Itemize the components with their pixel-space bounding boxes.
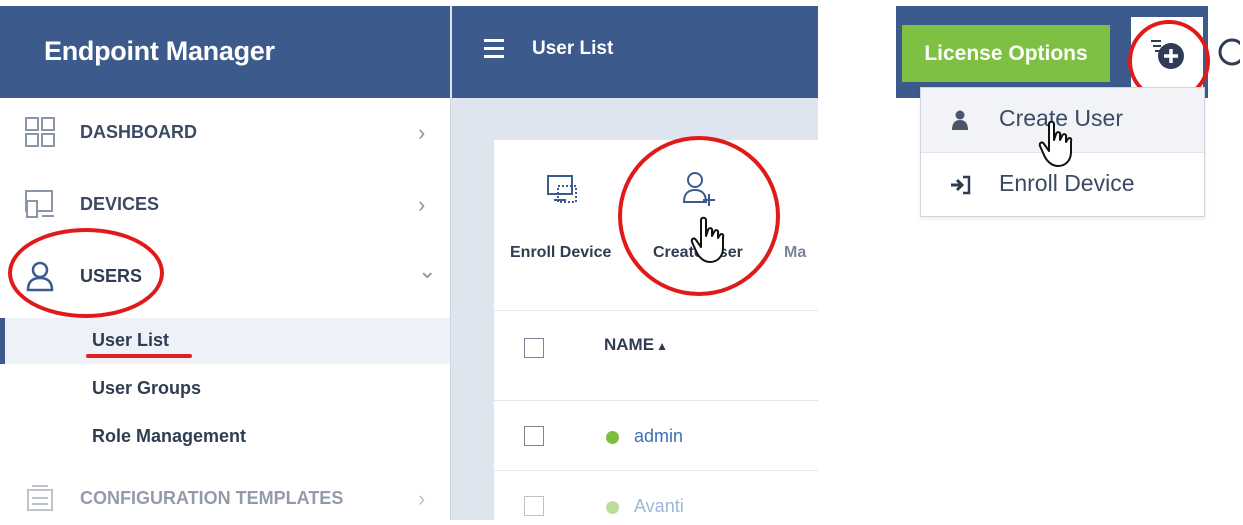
annotation-underline [86,354,192,358]
hamburger-menu-icon[interactable] [484,39,504,61]
background [1212,6,1243,98]
enroll-device-icon [547,175,577,203]
devices-icon [25,190,54,218]
menu-item-label: Enroll Device [999,170,1135,196]
configuration-templates-icon [27,485,53,511]
truncated-toolbar-label: Ma [784,244,807,261]
row-checkbox[interactable] [524,426,544,446]
sign-in-icon [951,175,971,195]
enroll-device-button[interactable]: Enroll Device [502,168,622,278]
sidebar-item-label: DASHBOARD [80,122,197,142]
sidebar-subitem-role-management[interactable]: Role Management [0,414,450,460]
sidebar-item-configuration-templates[interactable]: CONFIGURATION TEMPLATES › [0,464,450,520]
sidebar-item-label: DEVICES [80,194,160,214]
sidebar-subitem-user-groups[interactable]: User Groups [0,366,450,412]
divider [494,470,818,471]
sort-ascending-icon: ▲ [656,339,668,353]
enroll-device-label: Enroll Device [510,244,612,261]
hand-cursor-icon [690,216,725,263]
dashboard-icon [25,117,55,147]
user-icon [952,110,968,130]
table-row: Avanti [494,472,818,520]
chevron-right-icon: › [418,120,426,145]
sidebar-subitem-label: Role Management [92,426,247,446]
page-title: User List [532,38,614,59]
left-panel: Endpoint Manager User List DASHBOARD › D… [0,6,818,520]
name-column-header[interactable]: NAME ▲ [604,335,668,355]
chat-icon[interactable] [1214,34,1240,70]
table-row: admin [494,402,818,470]
annotation-circle-users [8,228,164,318]
user-name-link[interactable]: admin [634,426,683,447]
chevron-right-icon: › [418,192,426,217]
license-options-button[interactable]: License Options [902,25,1110,82]
app-title: Endpoint Manager [44,36,275,66]
divider [494,310,818,311]
sidebar-subitem-user-list[interactable]: User List [0,318,450,364]
divider [494,400,818,401]
status-dot [606,431,619,444]
topbar: User List [452,6,818,98]
main-content: Enroll Device Create User Ma NAME ▲ admi… [452,98,818,520]
sidebar-item-label: CONFIGURATION TEMPLATES [80,488,344,508]
sidebar-subitem-label: User Groups [92,378,202,398]
hand-cursor-icon [1038,120,1073,167]
user-name-link[interactable]: Avanti [634,496,684,517]
row-checkbox[interactable] [524,496,544,516]
sidebar-header: Endpoint Manager [0,6,450,98]
active-indicator [0,318,5,364]
name-header-label: NAME [604,335,655,354]
sidebar-item-dashboard[interactable]: DASHBOARD › [0,98,450,168]
chevron-right-icon: › [418,486,426,511]
status-dot [606,501,619,514]
select-all-checkbox[interactable] [524,338,544,358]
chevron-down-icon: ⌄ [418,258,437,283]
sidebar-subitem-label: User List [92,330,170,350]
